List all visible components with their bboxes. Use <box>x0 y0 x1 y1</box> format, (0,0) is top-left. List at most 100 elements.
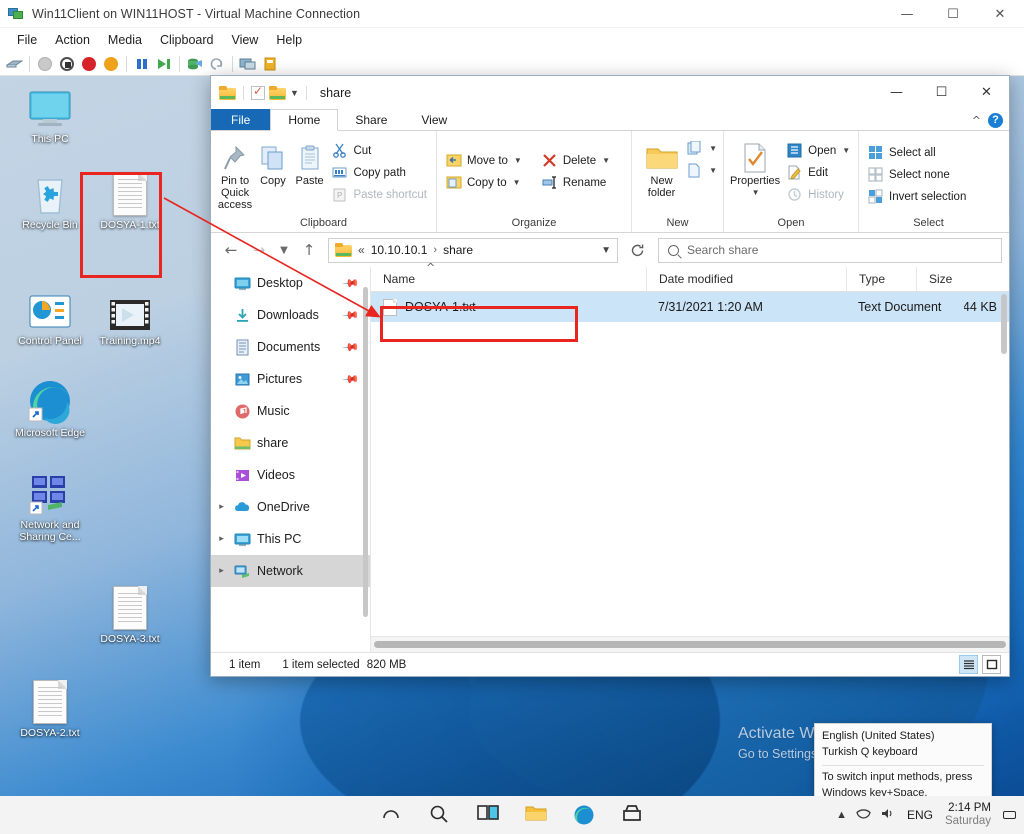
desktop-icon-dosya-3[interactable]: DOSYA-3.txt <box>88 582 172 645</box>
clock[interactable]: 2:14 PM Saturday <box>945 802 991 828</box>
turn-off-icon[interactable] <box>79 54 99 74</box>
easy-access-button[interactable]: ▼ <box>687 161 717 180</box>
desktop-icon-microsoft-edge[interactable]: Microsoft Edge <box>8 376 92 439</box>
enhanced-session-icon[interactable] <box>238 54 258 74</box>
file-explorer-window[interactable]: ▼ share — ☐ ✕ File Home Share View ^ ? <box>210 75 1010 677</box>
sidebar-item-onedrive[interactable]: ▸ OneDrive <box>211 491 370 523</box>
cut-button[interactable]: Cut <box>329 141 430 160</box>
explorer-maximize-button[interactable]: ☐ <box>919 76 964 109</box>
network-icon[interactable] <box>856 807 871 823</box>
explorer-close-button[interactable]: ✕ <box>964 76 1009 109</box>
customize-qat-caret-icon[interactable]: ▼ <box>290 88 299 98</box>
tab-home[interactable]: Home <box>270 109 339 131</box>
new-folder-button[interactable]: New folder <box>638 137 685 199</box>
sidebar-item-desktop[interactable]: Desktop 📌 <box>211 267 370 299</box>
properties-button[interactable]: Properties ▼ <box>730 137 780 199</box>
vm-close-button[interactable]: ✕ <box>976 0 1024 28</box>
copy-path-button[interactable]: Copy path <box>329 163 430 182</box>
copy-button[interactable]: Copy <box>256 137 290 187</box>
open-button[interactable]: Open ▼ <box>784 141 853 160</box>
chevron-right-icon[interactable]: ▸ <box>215 502 228 512</box>
file-list-scrollbar[interactable] <box>1001 294 1007 354</box>
address-bar[interactable]: « 10.10.10.1 › share ▼ <box>328 237 618 263</box>
desktop-icon-recycle-bin[interactable]: Recycle Bin <box>8 168 92 231</box>
menu-media[interactable]: Media <box>99 31 151 49</box>
pin-icon[interactable]: 📌 <box>342 274 361 292</box>
checkpoint-icon[interactable] <box>185 54 205 74</box>
paste-button[interactable]: Paste <box>293 137 327 187</box>
pin-icon[interactable]: 📌 <box>342 338 361 356</box>
store-icon[interactable] <box>621 804 643 826</box>
details-view-icon[interactable] <box>959 655 978 674</box>
file-explorer-icon[interactable] <box>525 804 547 826</box>
start-icon[interactable] <box>381 804 403 826</box>
sidebar-item-share[interactable]: share <box>211 427 370 459</box>
show-hidden-icons[interactable]: ▲ <box>836 809 847 821</box>
menu-file[interactable]: File <box>8 31 46 49</box>
horizontal-scrollbar[interactable] <box>371 636 1009 652</box>
sidebar-item-this-pc[interactable]: ▸ This PC <box>211 523 370 555</box>
column-label[interactable]: Name <box>383 272 415 286</box>
paste-shortcut-button[interactable]: P Paste shortcut <box>329 185 430 204</box>
explorer-minimize-button[interactable]: — <box>874 76 919 109</box>
tab-share[interactable]: Share <box>338 109 404 130</box>
sidebar-scrollbar[interactable] <box>363 287 368 617</box>
menu-view[interactable]: View <box>222 31 267 49</box>
task-view-icon[interactable] <box>477 804 499 826</box>
menu-action[interactable]: Action <box>46 31 99 49</box>
new-item-button[interactable]: ▼ <box>687 139 717 158</box>
notification-center-icon[interactable] <box>1003 811 1016 819</box>
ctrl-alt-delete-icon[interactable] <box>4 54 24 74</box>
select-all-button[interactable]: Select all <box>865 143 969 162</box>
desktop-icon-this-pc[interactable]: This PC <box>8 82 92 145</box>
desktop-icon-control-panel[interactable]: Control Panel <box>8 284 92 347</box>
chevron-down-icon[interactable]: ▼ <box>514 156 522 165</box>
column-label[interactable]: Type <box>859 272 885 286</box>
large-icons-view-icon[interactable] <box>982 655 1001 674</box>
power-on-icon[interactable] <box>101 54 121 74</box>
desktop-icon-training-mp4[interactable]: Training.mp4 <box>88 284 172 347</box>
chevron-down-icon[interactable]: ▼ <box>709 166 717 175</box>
menu-clipboard[interactable]: Clipboard <box>151 31 223 49</box>
start-icon[interactable] <box>35 54 55 74</box>
file-rows[interactable]: DOSYA-1.txt 7/31/2021 1:20 AM Text Docum… <box>371 292 1009 636</box>
revert-icon[interactable] <box>207 54 227 74</box>
chevron-right-icon[interactable]: ▸ <box>215 566 228 576</box>
desktop-icon-dosya-1[interactable]: DOSYA-1.txt <box>88 168 172 231</box>
help-icon[interactable]: ? <box>988 112 1003 128</box>
rename-button[interactable]: Rename <box>539 173 613 192</box>
table-row[interactable]: DOSYA-1.txt 7/31/2021 1:20 AM Text Docum… <box>371 292 1009 322</box>
properties-icon[interactable] <box>251 84 265 100</box>
up-arrow-icon[interactable]: ↑ <box>296 237 322 263</box>
recent-locations-icon[interactable]: ▼ <box>274 237 294 263</box>
invert-selection-button[interactable]: Invert selection <box>865 187 969 206</box>
copy-to-button[interactable]: Copy to ▼ <box>443 173 525 192</box>
chevron-right-icon[interactable]: ▸ <box>215 534 228 544</box>
shutdown-icon[interactable] <box>57 54 77 74</box>
history-button[interactable]: History <box>784 185 853 204</box>
vm-maximize-button[interactable]: ☐ <box>930 0 976 28</box>
chevron-down-icon[interactable]: ▼ <box>513 178 521 187</box>
language-indicator[interactable]: ENG <box>907 808 933 822</box>
pause-icon[interactable] <box>132 54 152 74</box>
navigation-pane[interactable]: Desktop 📌 Downloads 📌 Documents 📌 Pictur… <box>211 267 371 652</box>
refresh-icon[interactable] <box>624 237 650 263</box>
back-arrow-icon[interactable]: ← <box>218 237 244 263</box>
chevron-down-icon[interactable]: ▼ <box>842 146 850 155</box>
chevron-up-icon[interactable]: ^ <box>972 114 981 127</box>
forward-arrow-icon[interactable]: → <box>246 237 272 263</box>
desktop-icon-dosya-2[interactable]: DOSYA-2.txt <box>8 676 92 739</box>
menu-help[interactable]: Help <box>267 31 311 49</box>
chevron-down-icon[interactable]: ▼ <box>752 187 760 199</box>
column-label[interactable]: Size <box>929 272 952 286</box>
new-folder-icon[interactable] <box>269 85 286 100</box>
sidebar-item-videos[interactable]: Videos <box>211 459 370 491</box>
tray-icons[interactable]: ▲ <box>836 807 895 823</box>
sidebar-item-network[interactable]: ▸ Network <box>211 555 370 587</box>
resume-icon[interactable] <box>154 54 174 74</box>
tab-file[interactable]: File <box>211 109 271 130</box>
folder-icon[interactable] <box>219 85 236 100</box>
chevron-down-icon[interactable]: ▼ <box>709 144 717 153</box>
search-input[interactable]: Search share <box>658 237 1002 263</box>
edit-button[interactable]: Edit <box>784 163 853 182</box>
